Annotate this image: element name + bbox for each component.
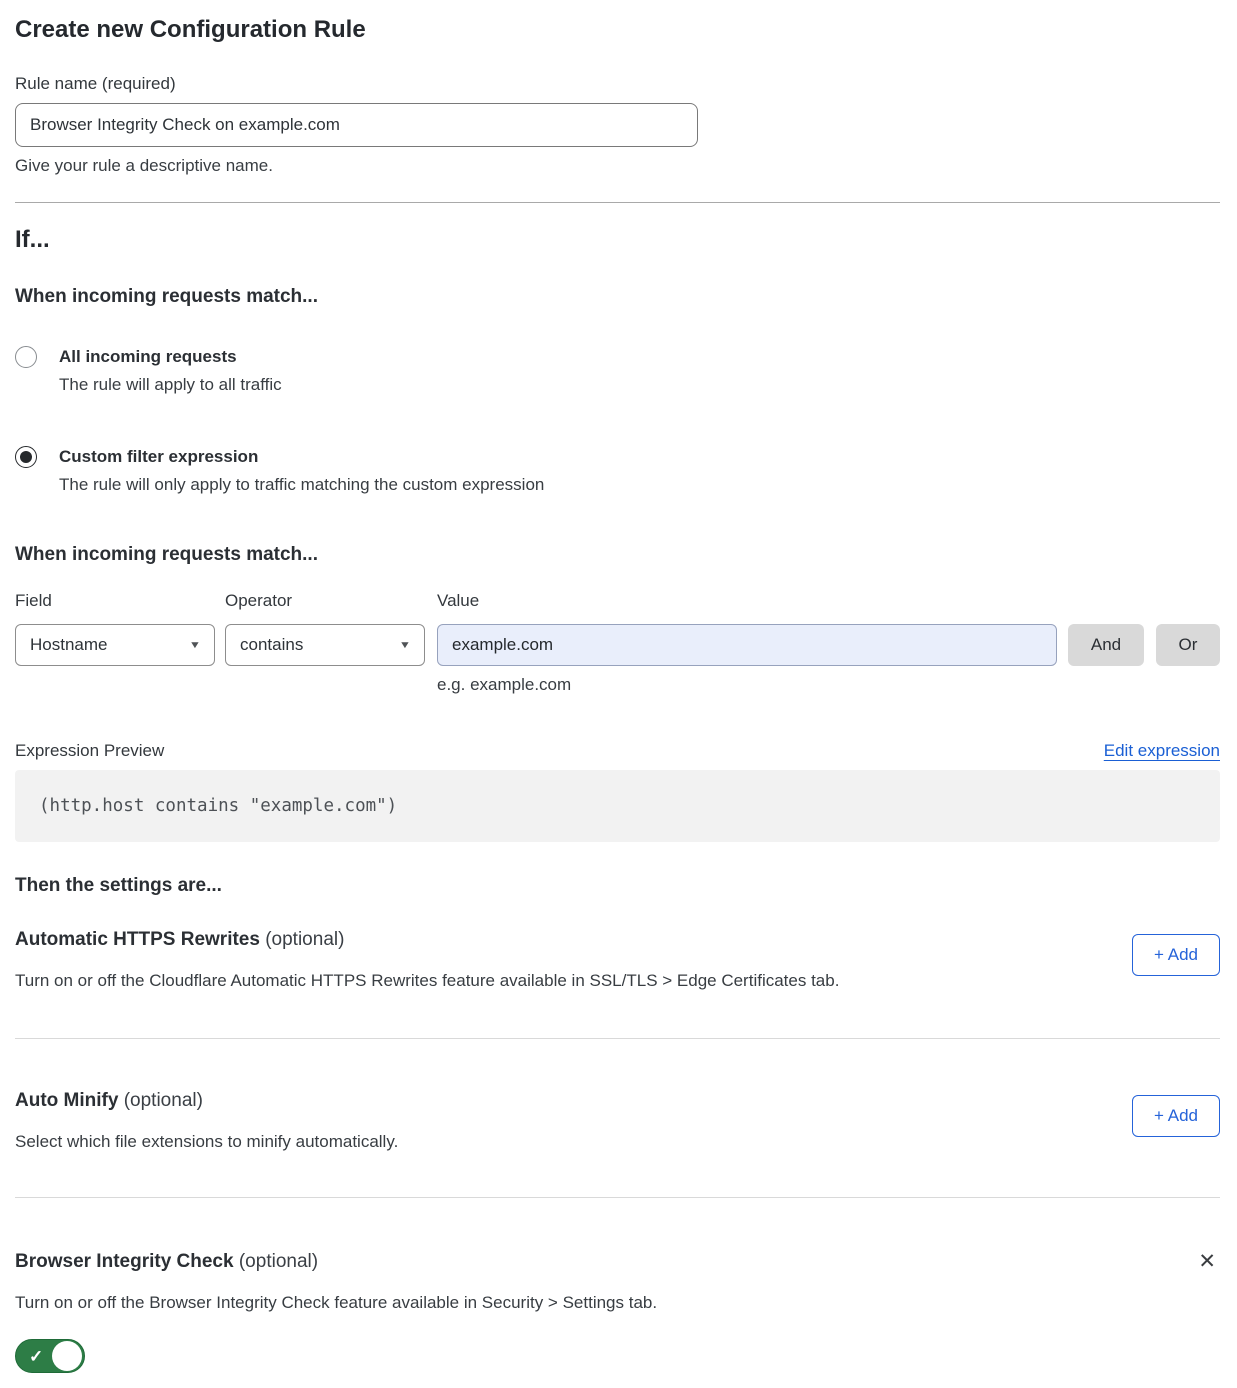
- setting-name: Browser Integrity Check: [15, 1251, 234, 1272]
- operator-label: Operator: [225, 590, 425, 612]
- setting-divider: [15, 1038, 1220, 1039]
- setting-description: Select which file extensions to minify a…: [15, 1131, 398, 1153]
- field-label: Field: [15, 590, 215, 612]
- setting-description: Turn on or off the Browser Integrity Che…: [15, 1292, 1220, 1314]
- filter-heading: When incoming requests match...: [15, 543, 1220, 567]
- expression-preview-label: Expression Preview: [15, 740, 164, 762]
- match-heading: When incoming requests match...: [15, 285, 1220, 309]
- radio-all-incoming-description: The rule will apply to all traffic: [59, 374, 282, 396]
- chevron-down-icon: ▼: [189, 640, 201, 651]
- setting-optional-tag: (optional): [124, 1090, 203, 1111]
- setting-optional-tag: (optional): [265, 929, 344, 950]
- setting-name: Automatic HTTPS Rewrites: [15, 929, 260, 950]
- edit-expression-link[interactable]: Edit expression: [1104, 740, 1220, 762]
- filter-builder-row: Field Hostname ▼ Operator contains ▼ Val…: [15, 590, 1220, 695]
- radio-all-incoming-label: All incoming requests: [59, 346, 282, 368]
- page-title: Create new Configuration Rule: [15, 16, 1220, 44]
- setting-browser-integrity-check: Browser Integrity Check (optional) ✕: [15, 1250, 1220, 1274]
- add-automatic-https-rewrites-button[interactable]: + Add: [1132, 934, 1220, 976]
- rule-name-label: Rule name (required): [15, 73, 1220, 95]
- value-label: Value: [437, 590, 1057, 612]
- add-auto-minify-button[interactable]: + Add: [1132, 1095, 1220, 1137]
- radio-option-all-incoming[interactable]: All incoming requests The rule will appl…: [15, 346, 1220, 396]
- operator-dropdown[interactable]: contains ▼: [225, 624, 425, 666]
- value-input[interactable]: [437, 624, 1057, 666]
- radio-option-custom-filter[interactable]: Custom filter expression The rule will o…: [15, 446, 1220, 496]
- setting-automatic-https-rewrites: Automatic HTTPS Rewrites (optional) Turn…: [15, 928, 1220, 992]
- close-icon[interactable]: ✕: [1194, 1250, 1220, 1274]
- setting-description: Turn on or off the Cloudflare Automatic …: [15, 970, 839, 992]
- setting-divider: [15, 1197, 1220, 1198]
- value-help: e.g. example.com: [437, 674, 1057, 695]
- toggle-knob: [52, 1341, 82, 1371]
- radio-custom-filter-label: Custom filter expression: [59, 446, 544, 468]
- expression-code-block: (http.host contains "example.com"): [15, 770, 1220, 842]
- section-divider: [15, 202, 1220, 203]
- setting-optional-tag: (optional): [239, 1251, 318, 1272]
- setting-name: Auto Minify: [15, 1090, 118, 1111]
- and-button[interactable]: And: [1068, 624, 1144, 666]
- radio-custom-filter-description: The rule will only apply to traffic matc…: [59, 474, 544, 496]
- expression-preview-header: Expression Preview Edit expression: [15, 740, 1220, 762]
- radio-custom-filter[interactable]: [15, 446, 37, 468]
- browser-integrity-check-toggle[interactable]: ✓: [15, 1339, 85, 1373]
- rule-name-help: Give your rule a descriptive name.: [15, 155, 1220, 176]
- then-settings-heading: Then the settings are...: [15, 874, 1220, 898]
- or-button[interactable]: Or: [1156, 624, 1220, 666]
- field-dropdown[interactable]: Hostname ▼: [15, 624, 215, 666]
- radio-all-incoming[interactable]: [15, 346, 37, 368]
- if-heading: If...: [15, 225, 1220, 255]
- chevron-down-icon: ▼: [399, 640, 411, 651]
- create-configuration-rule-form: Create new Configuration Rule Rule name …: [0, 0, 1237, 1388]
- rule-name-input[interactable]: [15, 103, 698, 147]
- field-selected-value: Hostname: [30, 635, 107, 655]
- operator-selected-value: contains: [240, 635, 303, 655]
- setting-auto-minify: Auto Minify (optional) Select which file…: [15, 1089, 1220, 1153]
- check-icon: ✓: [29, 1348, 43, 1365]
